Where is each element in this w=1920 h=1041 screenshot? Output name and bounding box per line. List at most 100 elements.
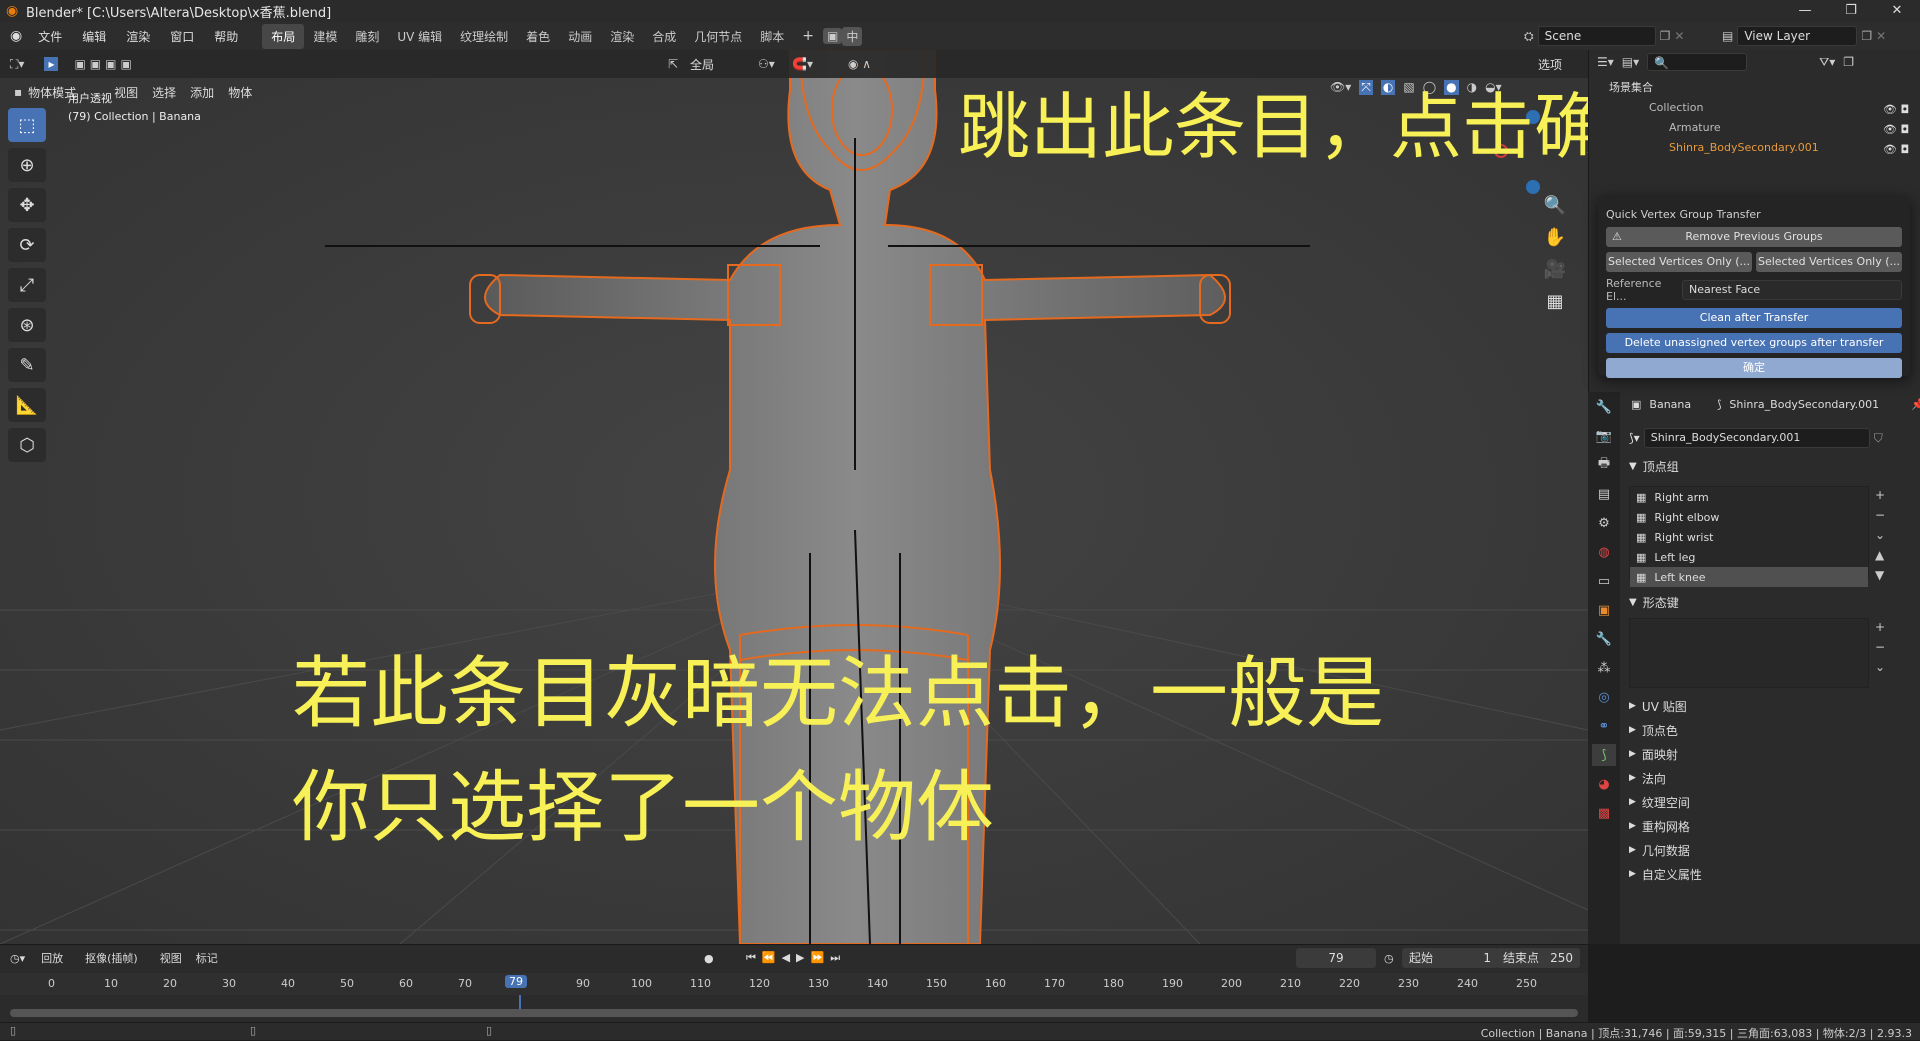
select-mode-icon[interactable]: ▸ <box>44 57 59 71</box>
panel-texture-space[interactable]: ▶ 纹理空间 <box>1629 790 1909 814</box>
tab-texture-paint[interactable]: 纹理绘制 <box>451 24 517 49</box>
delete-view-layer-icon[interactable]: ✕ <box>1876 29 1886 43</box>
vertex-group-item[interactable]: ▦ Right elbow <box>1630 507 1868 527</box>
menu-edit[interactable]: 编辑 <box>72 28 116 45</box>
editor-type-icon[interactable]: ⛶▾ <box>10 57 24 72</box>
panel-geometry-data[interactable]: ▶ 几何数据 <box>1629 838 1909 862</box>
pivot-icon[interactable]: ⚇▾ <box>758 57 775 71</box>
vertex-groups-panel-header[interactable]: ▼ 顶点组 <box>1629 454 1679 478</box>
tab-modeling[interactable]: 建模 <box>304 24 346 49</box>
current-frame-field[interactable]: 79 <box>1296 948 1376 968</box>
annotate-tool-icon[interactable]: ✎ <box>8 348 46 382</box>
visibility-icon[interactable]: 👁 ◘ <box>1883 100 1909 120</box>
modifier-tab-icon[interactable]: 🔧 <box>1592 628 1616 650</box>
world-tab-icon[interactable]: ◍ <box>1592 541 1616 563</box>
filter-icon[interactable]: ⛛▾ <box>1819 55 1835 70</box>
timeline-editor-type-icon[interactable]: ◷▾ <box>10 952 25 965</box>
tool-tab-icon[interactable]: 🔧 <box>1592 396 1616 418</box>
texture-tab-icon[interactable]: ▩ <box>1592 802 1616 824</box>
particles-tab-icon[interactable]: ⁂ <box>1592 657 1616 679</box>
menu-help[interactable]: 帮助 <box>204 28 248 45</box>
physics-tab-icon[interactable]: ◎ <box>1592 686 1616 708</box>
tab-compositing[interactable]: 合成 <box>643 24 685 49</box>
tab-scripting[interactable]: 脚本 <box>751 24 793 49</box>
visibility-icon[interactable]: 👁 ◘ <box>1883 140 1909 160</box>
fake-user-icon[interactable]: ⛉ <box>1874 431 1883 446</box>
menu-window[interactable]: 窗口 <box>160 28 204 45</box>
3d-viewport[interactable]: ⛶▾ ▸ ▣▣▣▣ ⇱ 全局 ⚇▾ 🧲▾ ◉ ∧ 选项 ▪ 物体模式 视图 选择… <box>0 50 1588 944</box>
move-tool-icon[interactable]: ✥ <box>8 188 46 222</box>
menu-render[interactable]: 渲染 <box>116 28 160 45</box>
playback-controls-icons[interactable]: ⏮⏪◀▶⏩⏭ <box>746 951 846 965</box>
add-vertex-group-icon[interactable]: + <box>1875 488 1885 502</box>
menu-object[interactable]: 物体 <box>228 84 252 101</box>
pan-hand-icon[interactable]: ✋ <box>1540 222 1570 252</box>
visibility-icon[interactable]: 👁 ◘ <box>1883 120 1909 140</box>
timeline-marker-menu[interactable]: 标记 <box>196 950 218 966</box>
panel-normals[interactable]: ▶ 法向 <box>1629 766 1909 790</box>
tab-sculpting[interactable]: 雕刻 <box>346 24 388 49</box>
rotate-tool-icon[interactable]: ⟳ <box>8 228 46 262</box>
display-mode-icon[interactable]: ▤▾ <box>1622 55 1639 69</box>
timeline-view-menu[interactable]: 视图 <box>160 950 182 966</box>
new-collection-icon[interactable]: ❐ <box>1843 55 1854 69</box>
vertex-group-item[interactable]: ▦ Right arm <box>1630 487 1868 507</box>
mesh-name-field[interactable]: Shinra_BodySecondary.001 <box>1643 428 1870 448</box>
transform-orientation-icon[interactable]: ⇱ <box>668 57 678 71</box>
measure-tool-icon[interactable]: 📐 <box>8 388 46 422</box>
view-layer-field[interactable]: View Layer <box>1737 26 1858 46</box>
minimize-button[interactable]: — <box>1782 0 1828 22</box>
playback-menu[interactable]: 回放 <box>41 950 63 966</box>
scale-tool-icon[interactable]: ⤢ <box>8 268 46 302</box>
image-icon[interactable]: ▣ <box>823 28 843 44</box>
remove-previous-groups-button[interactable]: ⚠ Remove Previous Groups <box>1606 227 1902 247</box>
vertex-group-specials-icon[interactable]: ⌄ <box>1875 528 1885 542</box>
menu-file[interactable]: 文件 <box>28 28 72 45</box>
new-scene-icon[interactable]: ❐ <box>1660 29 1671 43</box>
shape-key-list[interactable] <box>1629 618 1869 688</box>
selected-vertices-source-toggle[interactable]: Selected Vertices Only (... <box>1606 252 1752 272</box>
transform-orientation-dropdown[interactable]: 全局 <box>690 56 746 73</box>
outliner-type-icon[interactable]: ☰▾ <box>1597 55 1614 69</box>
transform-tool-icon[interactable]: ⊛ <box>8 308 46 342</box>
maximize-button[interactable]: ❐ <box>1828 0 1874 22</box>
object-tab-icon[interactable]: ▣ <box>1592 599 1616 621</box>
selected-vertices-target-toggle[interactable]: Selected Vertices Only (... <box>1756 252 1902 272</box>
outliner-item-collection[interactable]: Collection <box>1609 98 1909 118</box>
view-layer-icon[interactable]: ▤ <box>1722 29 1733 43</box>
remove-vertex-group-icon[interactable]: − <box>1875 508 1885 522</box>
outliner-item-mesh[interactable]: Shinra_BodySecondary.001 <box>1609 138 1909 158</box>
reference-element-dropdown[interactable]: Nearest Face <box>1682 280 1902 300</box>
proportional-edit-icon[interactable]: ◉ ∧ <box>848 57 871 71</box>
ok-button[interactable]: 确定 <box>1606 358 1902 378</box>
tab-animation[interactable]: 动画 <box>559 24 601 49</box>
pin-icon[interactable]: 📌 <box>1911 398 1920 411</box>
add-shape-key-icon[interactable]: + <box>1875 620 1885 634</box>
camera-icon[interactable]: 🎥 <box>1540 254 1570 284</box>
move-up-icon[interactable]: ▲ <box>1875 548 1885 562</box>
panel-custom-properties[interactable]: ▶ 自定义属性 <box>1629 862 1909 886</box>
outliner-search-input[interactable]: 🔍 <box>1647 53 1748 71</box>
close-button[interactable]: ✕ <box>1874 0 1920 22</box>
tab-geometry-nodes[interactable]: 几何节点 <box>685 24 751 49</box>
vertex-group-item[interactable]: ▦ Right wrist <box>1630 527 1868 547</box>
panel-uv-maps[interactable]: ▶ UV 贴图 <box>1629 694 1909 718</box>
tab-rendering[interactable]: 渲染 <box>601 24 643 49</box>
vertex-group-item[interactable]: ▦ Left leg <box>1630 547 1868 567</box>
view-layer-tab-icon[interactable]: ▤ <box>1592 483 1616 505</box>
scene-field[interactable]: Scene <box>1537 26 1656 46</box>
perspective-grid-icon[interactable]: ▦ <box>1540 286 1570 316</box>
box-select-icons[interactable]: ▣▣▣▣ <box>74 57 135 71</box>
select-tool-icon[interactable]: ⬚ <box>8 108 46 142</box>
constraints-tab-icon[interactable]: ⚭ <box>1592 715 1616 737</box>
axis-y-icon[interactable] <box>1526 180 1540 194</box>
zoom-icon[interactable]: 🔍 <box>1540 190 1570 220</box>
delete-scene-icon[interactable]: ✕ <box>1674 29 1684 43</box>
options-dropdown[interactable]: 选项 <box>1538 56 1562 73</box>
outliner-scene-collection[interactable]: 场景集合 <box>1609 78 1909 98</box>
keying-menu[interactable]: 抠像(插帧) <box>85 950 138 966</box>
render-tab-icon[interactable]: 📷 <box>1592 425 1616 447</box>
shape-key-specials-icon[interactable]: ⌄ <box>1875 660 1885 674</box>
start-frame-field[interactable]: 起始 1 <box>1402 948 1498 968</box>
mesh-data-tab-icon[interactable]: ⟆ <box>1592 744 1616 766</box>
